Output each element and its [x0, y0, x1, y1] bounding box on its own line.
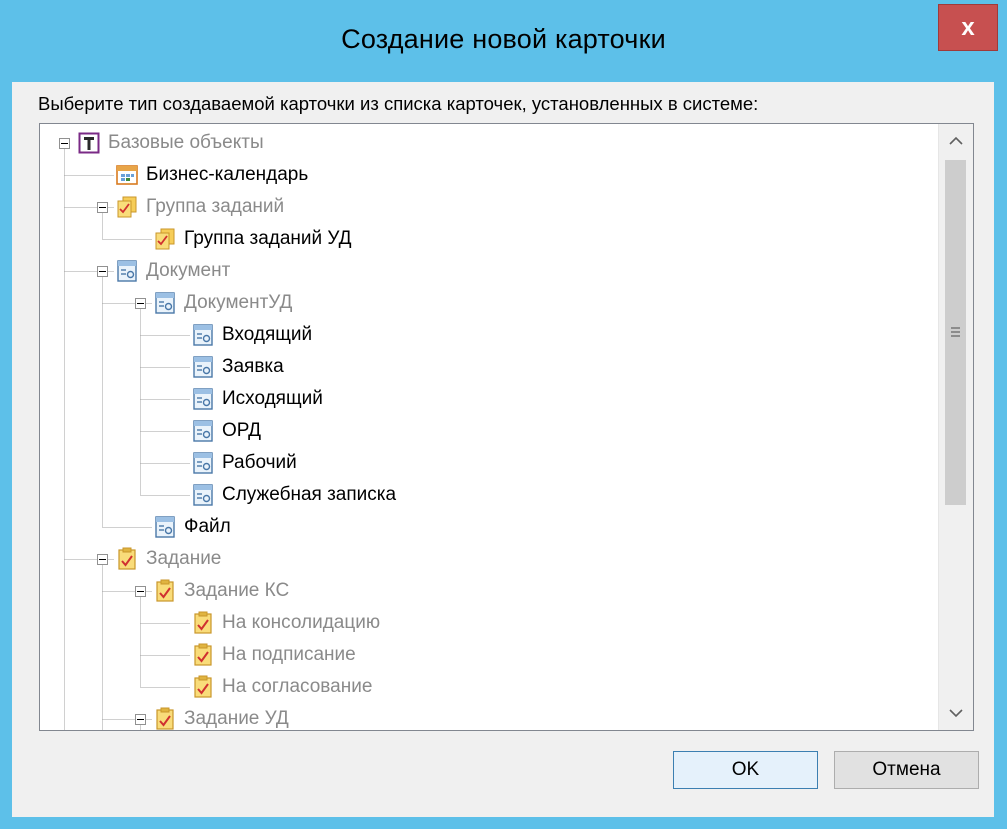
document-icon	[193, 356, 213, 378]
tree-node[interactable]: ДокументУД	[154, 287, 292, 319]
window-title: Создание новой карточки	[341, 24, 666, 54]
tree-node[interactable]: Заявка	[192, 351, 284, 383]
tree-node[interactable]: Бизнес-календарь	[116, 159, 308, 191]
grip-icon	[951, 327, 960, 337]
dialog-window: Создание новой карточки x Выберите тип с…	[0, 0, 1007, 829]
tree-node[interactable]: Служебная записка	[192, 479, 396, 511]
tree-node[interactable]: ОРД	[192, 415, 261, 447]
scroll-up-button[interactable]	[939, 124, 973, 158]
tree-node[interactable]: На консолидацию	[192, 607, 380, 639]
tree-node[interactable]: Входящий	[192, 319, 312, 351]
collapse-toggle-icon[interactable]	[135, 586, 146, 597]
collapse-toggle-icon[interactable]	[97, 266, 108, 277]
close-button[interactable]: x	[938, 4, 998, 51]
tree-node[interactable]: Базовые объекты	[78, 127, 264, 159]
document-icon	[193, 420, 213, 442]
task-icon	[194, 675, 212, 698]
tree-node-label: ОРД	[222, 420, 262, 441]
tree-node[interactable]: Группа заданий	[116, 191, 284, 223]
scroll-down-button[interactable]	[939, 696, 973, 730]
tree-node-label: Служебная записка	[222, 484, 397, 505]
document-icon	[193, 484, 213, 506]
tree-node-label: Базовые объекты	[108, 132, 264, 153]
tree-node-label: На согласование	[222, 676, 373, 697]
tree-node[interactable]: Задание КС	[154, 575, 289, 607]
document-icon	[155, 292, 175, 314]
task-icon	[156, 579, 174, 602]
title-bar[interactable]: Создание новой карточки x	[0, 0, 1007, 82]
cancel-button[interactable]: Отмена	[834, 751, 979, 789]
tree-node-label: Входящий	[222, 324, 313, 345]
close-icon: x	[961, 13, 975, 41]
tree-node-label: Задание КС	[184, 580, 290, 601]
tree-node-label: ДокументУД	[184, 292, 293, 313]
chevron-up-icon	[949, 136, 963, 145]
task-icon	[194, 611, 212, 634]
tree-node-label: Группа заданий	[146, 196, 285, 217]
task-icon	[118, 547, 136, 570]
collapse-toggle-icon[interactable]	[135, 298, 146, 309]
task-icon	[156, 707, 174, 730]
tree-node-label: Бизнес-календарь	[146, 164, 309, 185]
tree-node-label: Задание УД	[184, 708, 289, 729]
task-group-icon	[155, 228, 175, 250]
chevron-down-icon	[949, 709, 963, 718]
document-icon	[193, 452, 213, 474]
tree-node[interactable]: Задание УД	[154, 703, 289, 730]
task-group-icon	[117, 196, 137, 218]
card-type-tree[interactable]: Базовые объекты Бизнес-календарь Группа за…	[39, 123, 974, 731]
tree-node-label: Документ	[146, 260, 231, 281]
instruction-label: Выберите тип создаваемой карточки из спи…	[38, 93, 759, 114]
collapse-toggle-icon[interactable]	[97, 554, 108, 565]
calendar-icon	[116, 165, 138, 185]
tree-node[interactable]: На подписание	[192, 639, 356, 671]
tree-node-label: Файл	[184, 516, 231, 537]
tree-node-label: Группа заданий УД	[184, 228, 352, 249]
task-icon	[194, 643, 212, 666]
collapse-toggle-icon[interactable]	[135, 714, 146, 725]
tree-node[interactable]: На согласование	[192, 671, 372, 703]
tree-node[interactable]: Задание	[116, 543, 221, 575]
tree-node[interactable]: Исходящий	[192, 383, 323, 415]
tree-node-label: На подписание	[222, 644, 356, 665]
collapse-toggle-icon[interactable]	[97, 202, 108, 213]
vertical-scrollbar[interactable]	[938, 124, 973, 730]
tree-node-label: Задание	[146, 548, 222, 569]
document-icon	[193, 324, 213, 346]
document-icon	[117, 260, 137, 282]
tree-node-label: Рабочий	[222, 452, 297, 473]
collapse-toggle-icon[interactable]	[59, 138, 70, 149]
tree-node[interactable]: Документ	[116, 255, 230, 287]
dialog-body: Выберите тип создаваемой карточки из спи…	[12, 82, 994, 817]
tree-node[interactable]: Рабочий	[192, 447, 297, 479]
tree-node[interactable]: Группа заданий УД	[154, 223, 352, 255]
tree-node-label: Заявка	[222, 356, 284, 377]
tools-icon	[78, 132, 100, 154]
document-icon	[193, 388, 213, 410]
tree-node-label: Исходящий	[222, 388, 323, 409]
tree-node[interactable]: Файл	[154, 511, 231, 543]
tree-node-label: На консолидацию	[222, 612, 381, 633]
scrollbar-thumb[interactable]	[945, 160, 966, 505]
document-icon	[155, 516, 175, 538]
ok-button[interactable]: OK	[673, 751, 818, 789]
